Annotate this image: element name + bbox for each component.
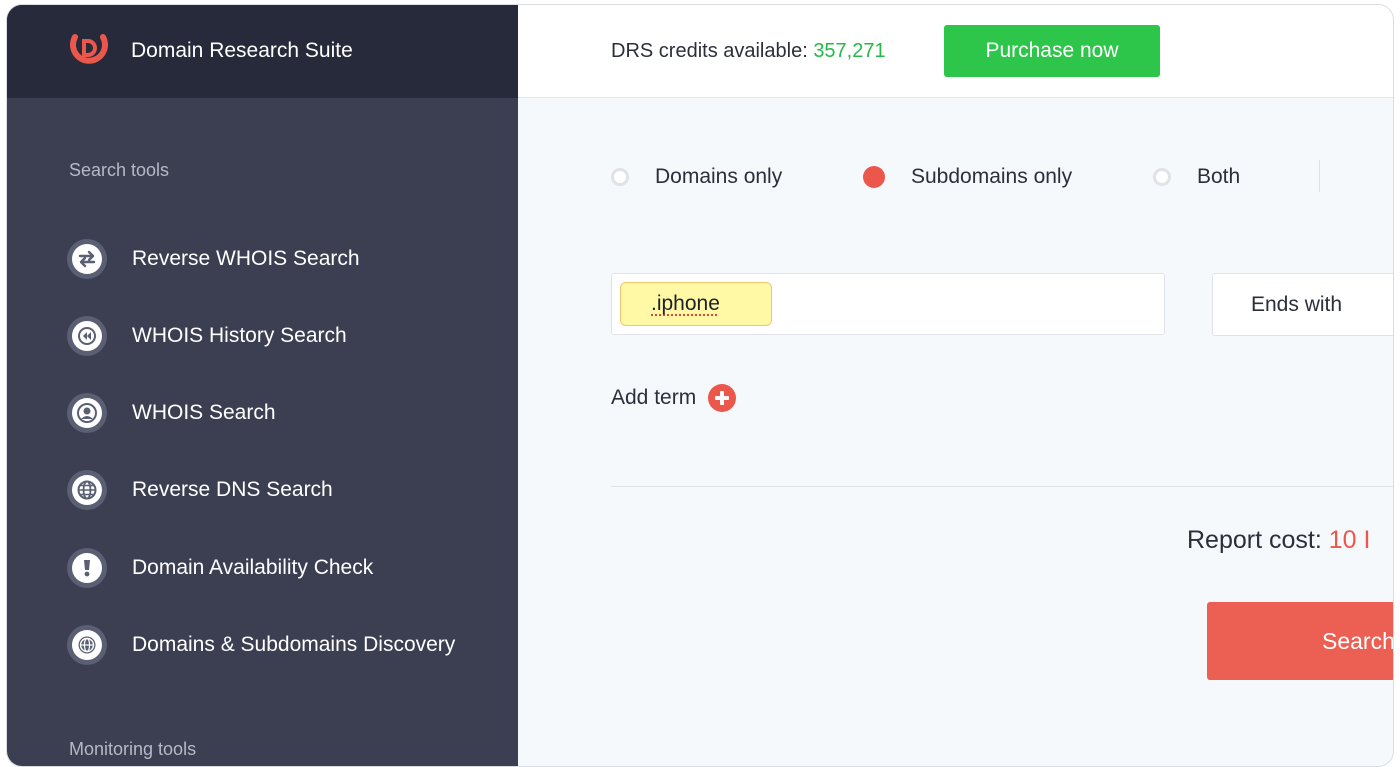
radio-unselected-icon (611, 168, 629, 186)
sidebar-header: Domain Research Suite (7, 5, 518, 98)
top-bar: DRS credits available: 357,271 Purchase … (518, 5, 1393, 98)
brand-name: Domain Research Suite (131, 39, 353, 62)
rewind-icon (72, 321, 102, 351)
sidebar-item-label: WHOIS Search (132, 401, 276, 424)
credits-status: DRS credits available: 357,271 (611, 40, 886, 63)
radio-label: Subdomains only (911, 165, 1073, 188)
radio-label: Domains only (655, 165, 783, 188)
credits-label: DRS credits available: (611, 40, 814, 62)
search-term-text: .iphone (651, 292, 720, 315)
monitoring-tools-label: Monitoring tools (69, 739, 197, 759)
sidebar-item-domain-availability[interactable]: Domain Availability Check (67, 544, 507, 592)
main-content: Domains only Subdomains only Both .iphon… (518, 98, 1393, 766)
sidebar-item-label: Domains & Subdomains Discovery (132, 633, 456, 656)
radio-label: Both (1197, 165, 1241, 188)
search-term-chip[interactable]: .iphone (620, 282, 772, 326)
user-icon (72, 398, 102, 428)
search-term-input[interactable]: .iphone (611, 273, 1165, 335)
sidebar-item-label: Reverse DNS Search (132, 478, 333, 501)
plus-icon (708, 384, 737, 412)
globe-outline-icon (72, 630, 102, 660)
report-cost: Report cost: 10 I (1187, 526, 1370, 555)
report-cost-label: Report cost: (1187, 526, 1329, 554)
reverse-arrows-icon (72, 244, 102, 274)
sidebar-item-domains-subdomains-discovery[interactable]: Domains & Subdomains Discovery (67, 621, 507, 669)
credits-value: 357,271 (813, 40, 886, 62)
purchase-now-button[interactable]: Purchase now (944, 25, 1160, 77)
app-window: Domain Research Suite Search tools Rever… (6, 4, 1394, 767)
radio-both[interactable]: Both (1153, 165, 1240, 189)
sidebar-item-whois-search[interactable]: WHOIS Search (67, 389, 507, 437)
match-mode-select[interactable]: Ends with (1212, 273, 1393, 336)
add-term-label: Add term (611, 386, 697, 409)
sidebar-item-reverse-whois[interactable]: Reverse WHOIS Search (67, 235, 507, 283)
radio-subdomains-only[interactable]: Subdomains only (863, 165, 1072, 189)
search-tools-label: Search tools (69, 160, 170, 180)
search-button[interactable]: Search (1207, 602, 1393, 680)
radio-unselected-icon (1153, 168, 1171, 186)
globe-icon (72, 475, 102, 505)
filter-divider (1319, 160, 1320, 192)
exclamation-icon (72, 553, 102, 583)
sidebar: Domain Research Suite Search tools Rever… (7, 5, 518, 766)
sidebar-item-label: WHOIS History Search (132, 324, 347, 347)
add-term-button[interactable]: Add term (611, 384, 737, 412)
sidebar-item-reverse-dns[interactable]: Reverse DNS Search (67, 466, 507, 514)
brand-logo-icon (70, 34, 108, 64)
radio-selected-icon (863, 166, 885, 188)
sidebar-item-label: Reverse WHOIS Search (132, 247, 360, 270)
report-cost-value: 10 I (1328, 526, 1371, 554)
section-divider (611, 486, 1393, 487)
sidebar-item-whois-history[interactable]: WHOIS History Search (67, 312, 507, 360)
radio-domains-only[interactable]: Domains only (611, 165, 782, 189)
sidebar-item-label: Domain Availability Check (132, 556, 374, 579)
